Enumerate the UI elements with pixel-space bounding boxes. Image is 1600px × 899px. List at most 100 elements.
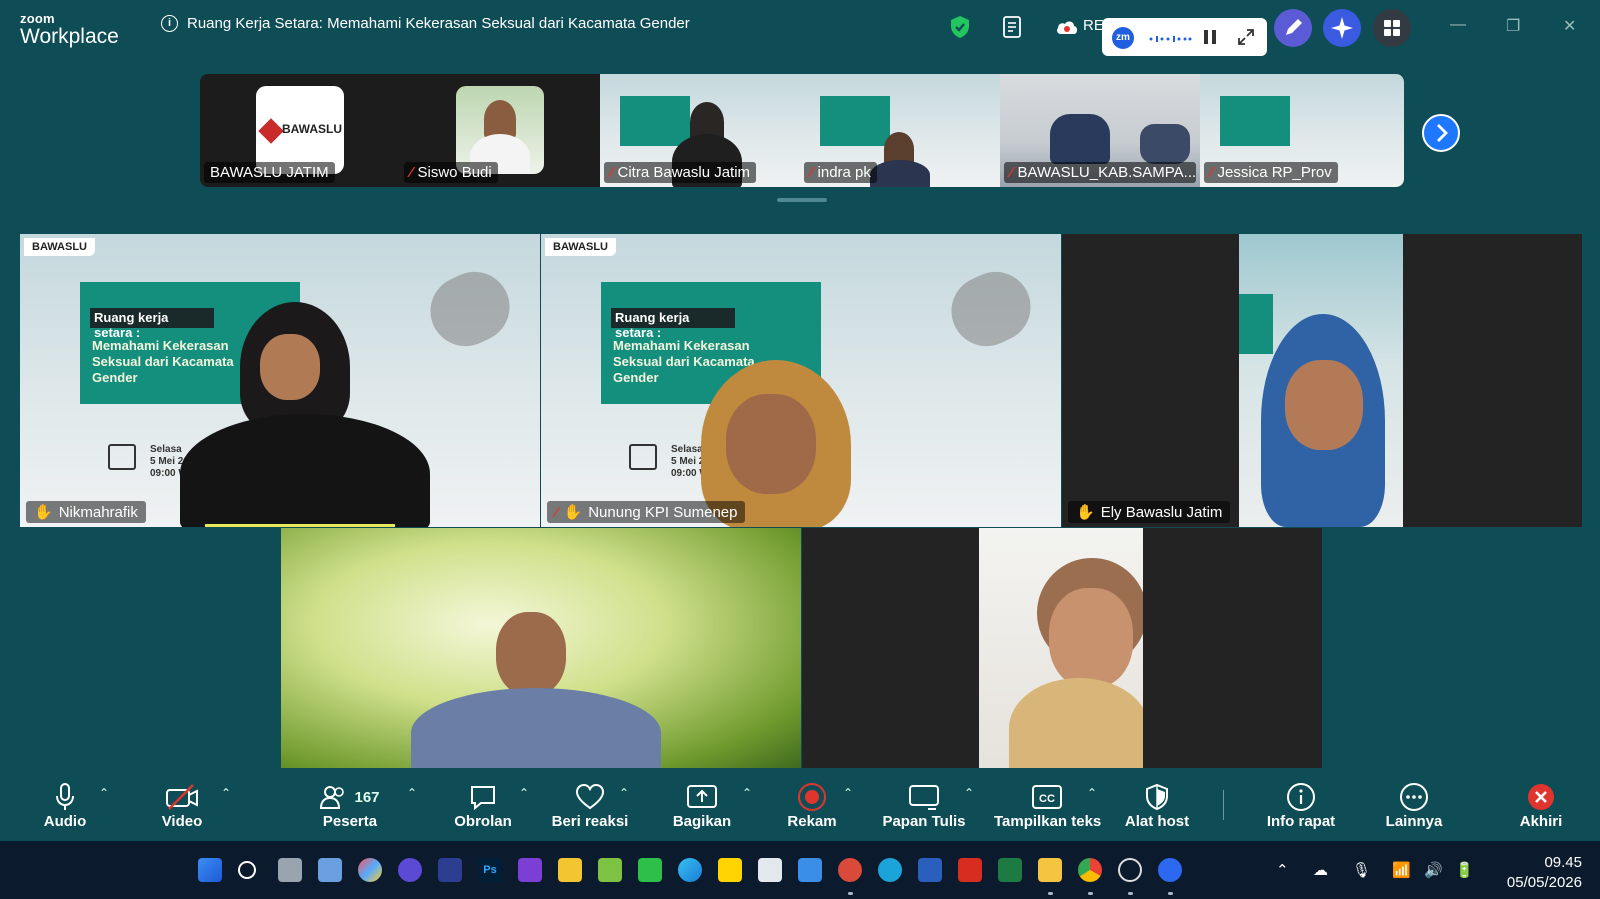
info-icon[interactable]: i <box>161 15 178 32</box>
edge-icon[interactable] <box>678 858 702 882</box>
slide-headline: Ruang kerja setara : <box>611 308 735 340</box>
video-options-caret[interactable]: ⌃ <box>221 786 231 800</box>
meeting-title: Ruang Kerja Setara: Memahami Kekerasan S… <box>187 15 690 32</box>
person-silhouette <box>484 100 516 138</box>
windows-start-icon[interactable] <box>198 858 222 882</box>
ai-companion-button[interactable] <box>1323 9 1361 47</box>
thumbnail-tile[interactable]: ⁄ indra pk <box>800 74 1000 187</box>
video-tile[interactable]: BAWASLU Ruang kerja setara : Memahami Ke… <box>541 234 1061 527</box>
widgets-icon[interactable] <box>318 858 342 882</box>
photoshop-icon[interactable]: Ps <box>478 858 502 882</box>
captions-button[interactable]: CC Tampilkan teks <box>994 768 1101 840</box>
participant-name: ⁄ indra pk <box>804 162 877 183</box>
record-options-caret[interactable]: ⌃ <box>843 786 853 800</box>
pause-icon[interactable] <box>1203 29 1217 45</box>
close-icon[interactable]: ✕ <box>1563 16 1576 36</box>
video-tile[interactable]: BAWASLU Ruang kerja setara : Memahami Ke… <box>20 234 540 527</box>
chrome-icon[interactable] <box>1078 858 1102 882</box>
sticky-notes-icon[interactable] <box>718 858 742 882</box>
tray-overflow-icon[interactable]: ⌃ <box>1276 861 1289 879</box>
participant-name: ⁄ ✋ Nunung KPI Sumenep <box>547 501 746 523</box>
microphone-tray-icon[interactable]: 🎙 <box>1352 861 1371 879</box>
acrobat-icon[interactable] <box>958 858 982 882</box>
app-icon[interactable] <box>438 858 462 882</box>
meeting-info-button[interactable]: Info rapat <box>1267 768 1335 840</box>
app-icon[interactable] <box>558 858 582 882</box>
thumbnail-tile[interactable]: ⁄ Jessica RP_Prov <box>1200 74 1404 187</box>
app-icon[interactable] <box>758 858 782 882</box>
end-meeting-button[interactable]: Akhiri <box>1518 768 1564 840</box>
thumbnail-tile[interactable]: ⁄ Siswo Budi <box>400 74 600 187</box>
participants-label: Peserta <box>322 813 378 830</box>
host-tools-button[interactable]: Alat host <box>1125 768 1189 840</box>
participants-button[interactable]: 167 Peserta <box>320 768 380 840</box>
recording-controls: zm <box>1102 18 1267 56</box>
copilot-icon[interactable] <box>358 858 382 882</box>
chevron-right-icon <box>1437 124 1448 142</box>
thumbnail-tile[interactable]: BAWASLU BAWASLU JATIM <box>200 74 400 187</box>
app-icon[interactable] <box>798 858 822 882</box>
thumbnail-tile[interactable]: ⁄ BAWASLU_KAB.SAMPA... <box>1000 74 1200 187</box>
zoom-taskbar-icon[interactable] <box>1158 858 1182 882</box>
thumbnail-tile[interactable]: ⁄ Citra Bawaslu Jatim <box>600 74 800 187</box>
clock-date: 05/05/2026 <box>1506 874 1582 891</box>
notes-icon[interactable] <box>1002 15 1024 39</box>
onedrive-icon[interactable]: ☁ <box>1313 861 1328 879</box>
participant-name: ⁄ Citra Bawaslu Jatim <box>604 162 757 183</box>
canva-icon[interactable] <box>878 858 902 882</box>
app-icon[interactable] <box>398 858 422 882</box>
encryption-shield-icon[interactable] <box>950 15 970 39</box>
calendar-icon <box>629 444 657 470</box>
next-page-button[interactable] <box>1422 114 1460 152</box>
record-label: Rekam <box>787 813 837 830</box>
reactions-options-caret[interactable]: ⌃ <box>619 786 629 800</box>
muted-mic-icon: ⁄ <box>810 164 813 181</box>
expand-icon[interactable] <box>1237 28 1255 46</box>
participants-options-caret[interactable]: ⌃ <box>407 786 417 800</box>
video-button[interactable]: Video <box>159 768 205 840</box>
reactions-button[interactable]: Beri reaksi <box>552 768 628 840</box>
zoom-badge: zm <box>1112 27 1134 49</box>
strip-scroll-indicator[interactable] <box>777 198 827 202</box>
pen-icon <box>1286 19 1302 35</box>
more-button[interactable]: Lainnya <box>1386 768 1442 840</box>
whiteboard-button[interactable]: Papan Tulis <box>882 768 966 840</box>
chat-options-caret[interactable]: ⌃ <box>519 786 529 800</box>
video-tile[interactable] <box>281 528 801 768</box>
chair-shape <box>1140 124 1190 164</box>
muted-mic-icon: ⁄ <box>1210 164 1213 181</box>
cloud-record-icon[interactable] <box>1055 18 1079 36</box>
whiteboard-pen-button[interactable] <box>1274 9 1312 47</box>
task-view-icon[interactable] <box>278 858 302 882</box>
video-tile[interactable] <box>802 528 1322 768</box>
wifi-icon[interactable]: 📶 <box>1392 861 1411 879</box>
app-icon[interactable] <box>918 858 942 882</box>
system-clock[interactable]: 09.45 05/05/2026 <box>1507 853 1582 893</box>
excel-icon[interactable] <box>998 858 1022 882</box>
captions-options-caret[interactable]: ⌃ <box>1087 786 1097 800</box>
running-indicator <box>1128 892 1133 895</box>
media-player-icon[interactable] <box>1118 858 1142 882</box>
title-bar: zoom Workplace i Ruang Kerja Setara: Mem… <box>0 0 1600 56</box>
audio-button[interactable]: Audio <box>42 768 88 840</box>
share-button[interactable]: Bagikan <box>673 768 731 840</box>
audio-options-caret[interactable]: ⌃ <box>99 786 109 800</box>
logo-mark-icon <box>258 118 284 144</box>
video-tile[interactable]: ✋ Ely Bawaslu Jatim <box>1062 234 1582 527</box>
volume-icon[interactable]: 🔊 <box>1424 861 1443 879</box>
file-explorer-icon[interactable] <box>1038 858 1062 882</box>
record-button[interactable]: Rekam <box>787 768 837 840</box>
share-options-caret[interactable]: ⌃ <box>742 786 752 800</box>
chat-button[interactable]: Obrolan <box>454 768 512 840</box>
search-icon[interactable] <box>238 861 256 879</box>
restore-icon[interactable]: ❐ <box>1506 16 1520 36</box>
app-icon[interactable] <box>638 858 662 882</box>
apps-button[interactable] <box>1373 9 1411 47</box>
minimize-icon[interactable]: — <box>1450 16 1466 34</box>
app-icon[interactable] <box>598 858 622 882</box>
whiteboard-options-caret[interactable]: ⌃ <box>964 786 974 800</box>
svg-text:CC: CC <box>1039 793 1055 805</box>
app-icon[interactable] <box>518 858 542 882</box>
battery-icon[interactable]: 🔋 <box>1455 861 1474 879</box>
app-icon[interactable] <box>838 858 862 882</box>
